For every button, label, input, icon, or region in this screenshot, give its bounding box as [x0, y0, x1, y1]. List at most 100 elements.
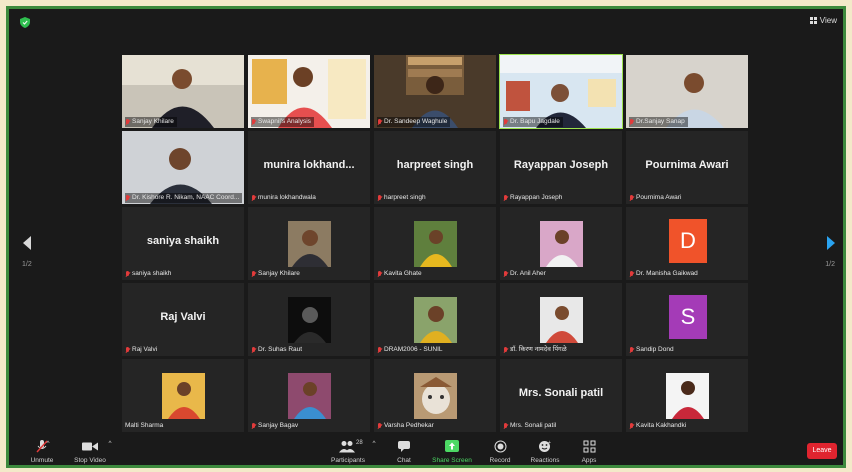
avatar-letter: D: [669, 219, 707, 263]
participants-caret-icon[interactable]: ^: [369, 440, 379, 447]
meeting-toolbar: Unmute ^ Stop Video ^ 28 Participants ^ …: [9, 437, 843, 465]
muted-mic-icon: [377, 270, 382, 278]
photo-tile-anil-aher[interactable]: Dr. Anil Aher: [500, 207, 622, 280]
muted-mic-icon: [377, 422, 382, 430]
muted-mic-icon: [377, 118, 382, 126]
unmute-label: Unmute: [30, 457, 54, 464]
profile-photo: [288, 373, 331, 419]
participants-button[interactable]: 28 Participants: [323, 440, 373, 464]
unmute-button[interactable]: Unmute: [19, 440, 65, 464]
record-label: Record: [489, 457, 511, 464]
next-page-arrow-icon[interactable]: [825, 235, 837, 251]
muted-mic-icon: [251, 194, 256, 202]
muted-mic-icon: [125, 346, 130, 354]
photo-tile-malti-sharma[interactable]: Malti Sharma: [122, 359, 244, 432]
avatar-letter: S: [669, 295, 707, 339]
share-screen-button[interactable]: Share Screen: [429, 440, 475, 464]
stop-video-label: Stop Video: [74, 457, 106, 464]
photo-tile-kiran-pingle[interactable]: डॉ. किरण नामदेव पिंगळे: [500, 283, 622, 356]
muted-mic-icon: [629, 194, 634, 202]
muted-mic-icon: [125, 194, 130, 202]
muted-mic-icon: [503, 346, 508, 354]
participants-count: 28: [356, 440, 363, 446]
participant-display-name: Pournima Awari: [645, 159, 729, 171]
grid-icon: [809, 17, 817, 24]
top-bar: View: [9, 9, 843, 35]
photo-tile-dram2006-sunil[interactable]: DRAM2006 - SUNIL: [374, 283, 496, 356]
name-tile-munira-lokhandwala[interactable]: munira lokhand... munira lokhandwala: [248, 131, 370, 204]
participant-name: Kavita Ghate: [384, 270, 422, 277]
profile-photo: [162, 373, 205, 419]
muted-mic-icon: [503, 118, 508, 126]
participant-display-name: munira lokhand...: [263, 159, 355, 171]
muted-mic-icon: [629, 118, 634, 126]
photo-tile-kavita-ghate[interactable]: Kavita Ghate: [374, 207, 496, 280]
record-icon: [494, 440, 506, 453]
record-button[interactable]: Record: [477, 440, 523, 464]
avatar-tile-sandip-dond[interactable]: S Sandip Dond: [626, 283, 748, 356]
profile-photo: [414, 373, 457, 419]
name-tile-sonali-patil[interactable]: Mrs. Sonali patil Mrs. Sonali patil: [500, 359, 622, 432]
page-indicator-left: 1/2: [22, 261, 32, 268]
muted-mic-icon: [377, 194, 382, 202]
page-indicator-right: 1/2: [825, 261, 835, 268]
participant-name: Dr. Sandeep Waghule: [384, 118, 448, 125]
video-camera-icon: [82, 442, 98, 451]
muted-mic-icon: [629, 270, 634, 278]
participant-name: saniya shaikh: [132, 270, 172, 277]
name-tile-saniya-shaikh[interactable]: saniya shaikh saniya shaikh: [122, 207, 244, 280]
apps-label: Apps: [581, 457, 597, 464]
apps-icon: [583, 440, 595, 453]
participant-name: Swapnil's Analysis: [258, 118, 311, 125]
participant-name: Dr. Bapu Jagdale: [510, 118, 560, 125]
apps-button[interactable]: Apps: [566, 440, 612, 464]
photo-tile-sanjay-bagav[interactable]: Sanjay Bagav: [248, 359, 370, 432]
participant-name: Sanjay Bagav: [258, 422, 299, 429]
video-tile-sanjay-sanap[interactable]: Dr.Sanjay Sanap: [626, 55, 748, 128]
muted-mic-icon: [251, 346, 256, 354]
leave-button[interactable]: Leave: [807, 443, 837, 459]
video-tile-sanjay-khilare[interactable]: Sanjay Khilare: [122, 55, 244, 128]
video-tile-swapnils-analysis[interactable]: Swapnil's Analysis: [248, 55, 370, 128]
profile-photo: [288, 297, 331, 343]
participant-name: Sandip Dond: [636, 346, 674, 353]
video-options-caret-icon[interactable]: ^: [105, 440, 115, 447]
participant-name: Dr. Manisha Gaikwad: [636, 270, 698, 277]
security-shield-icon[interactable]: [20, 17, 30, 28]
participant-display-name: harpreet singh: [396, 159, 474, 171]
participant-name: Dr.Sanjay Sanap: [636, 118, 685, 125]
view-label: View: [819, 16, 837, 25]
reactions-button[interactable]: + Reactions: [522, 440, 568, 464]
name-tile-raj-valvi[interactable]: Raj Valvi Raj Valvi: [122, 283, 244, 356]
avatar-tile-manisha-gaikwad[interactable]: D Dr. Manisha Gaikwad: [626, 207, 748, 280]
name-tile-pournima-awari[interactable]: Pournima Awari Pournima Awari: [626, 131, 748, 204]
participant-display-name: saniya shaikh: [146, 235, 220, 247]
video-tile-sandeep-waghule[interactable]: Dr. Sandeep Waghule: [374, 55, 496, 128]
participant-name: Raj Valvi: [132, 346, 158, 353]
profile-photo: [540, 221, 583, 267]
muted-mic-icon: [251, 118, 256, 126]
name-tile-rayappan-joseph[interactable]: Rayappan Joseph Rayappan Joseph: [500, 131, 622, 204]
photo-tile-kavita-kakhandki[interactable]: Kavita Kakhandki: [626, 359, 748, 432]
photo-tile-varsha-pedhekar[interactable]: Varsha Pedhekar: [374, 359, 496, 432]
video-tile-bapu-jagdale[interactable]: Dr. Bapu Jagdale: [499, 54, 623, 129]
photo-tile-suhas-raut[interactable]: Dr. Suhas Raut: [248, 283, 370, 356]
previous-page-arrow-icon[interactable]: [21, 235, 33, 251]
participant-name: Kavita Kakhandki: [636, 422, 687, 429]
muted-mic-icon: [503, 194, 508, 202]
participant-name: Pournima Awari: [636, 194, 682, 201]
name-tile-harpreet-singh[interactable]: harpreet singh harpreet singh: [374, 131, 496, 204]
participant-name: munira lokhandwala: [258, 194, 316, 201]
photo-tile-sanjay-khilare[interactable]: Sanjay Khilare: [248, 207, 370, 280]
profile-photo: [414, 221, 457, 267]
view-button[interactable]: View: [809, 16, 837, 25]
video-tile-kishore-nikam[interactable]: Dr. Kishore R. Nikam, NAAC Coord...: [122, 131, 244, 204]
profile-photo: [414, 297, 457, 343]
participants-icon: [339, 441, 355, 453]
participant-display-name: Raj Valvi: [160, 311, 206, 323]
chat-button[interactable]: Chat: [381, 440, 427, 464]
participants-label: Participants: [331, 457, 365, 464]
participant-name: DRAM2006 - SUNIL: [384, 346, 443, 353]
muted-mic-icon: [503, 422, 508, 430]
audio-options-caret-icon[interactable]: ^: [43, 440, 53, 447]
